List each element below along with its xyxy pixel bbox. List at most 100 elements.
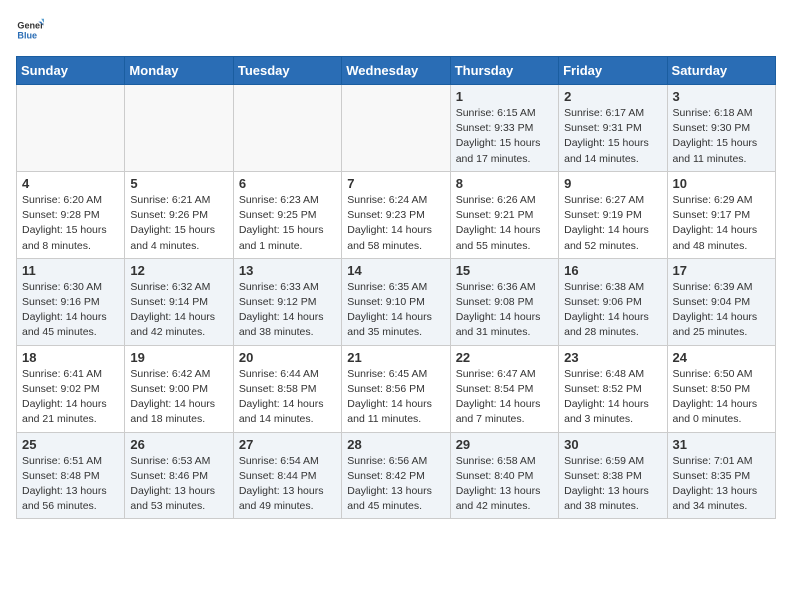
empty-cell: [17, 85, 125, 172]
day-info: Sunrise: 6:17 AM Sunset: 9:31 PM Dayligh…: [564, 106, 661, 167]
day-number: 31: [673, 437, 770, 452]
day-info: Sunrise: 6:48 AM Sunset: 8:52 PM Dayligh…: [564, 367, 661, 428]
day-cell-9: 9 Sunrise: 6:27 AM Sunset: 9:19 PM Daylig…: [559, 171, 667, 258]
day-cell-15: 15 Sunrise: 6:36 AM Sunset: 9:08 PM Dayli…: [450, 258, 558, 345]
day-cell-12: 12 Sunrise: 6:32 AM Sunset: 9:14 PM Dayli…: [125, 258, 233, 345]
empty-cell: [233, 85, 341, 172]
day-number: 11: [22, 263, 119, 278]
day-cell-1: 1Sunrise: 6:15 AM Sunset: 9:33 PM Daylig…: [450, 85, 558, 172]
day-number: 22: [456, 350, 553, 365]
day-number: 24: [673, 350, 770, 365]
day-cell-2: 2 Sunrise: 6:17 AM Sunset: 9:31 PM Daylig…: [559, 85, 667, 172]
col-header-saturday: Saturday: [667, 57, 775, 85]
day-info: Sunrise: 6:20 AM Sunset: 9:28 PM Dayligh…: [22, 193, 119, 254]
day-cell-31: 31 Sunrise: 7:01 AM Sunset: 8:35 PM Dayli…: [667, 432, 775, 519]
day-info: Sunrise: 6:27 AM Sunset: 9:19 PM Dayligh…: [564, 193, 661, 254]
day-cell-19: 19Sunrise: 6:42 AM Sunset: 9:00 PM Dayli…: [125, 345, 233, 432]
day-info: Sunrise: 6:56 AM Sunset: 8:42 PM Dayligh…: [347, 454, 444, 515]
day-number: 29: [456, 437, 553, 452]
day-number: 12: [130, 263, 227, 278]
day-info: Sunrise: 6:21 AM Sunset: 9:26 PM Dayligh…: [130, 193, 227, 254]
day-cell-27: 27Sunrise: 6:54 AM Sunset: 8:44 PM Dayli…: [233, 432, 341, 519]
day-info: Sunrise: 6:36 AM Sunset: 9:08 PM Dayligh…: [456, 280, 553, 341]
day-cell-16: 16Sunrise: 6:38 AM Sunset: 9:06 PM Dayli…: [559, 258, 667, 345]
week-row-3: 11 Sunrise: 6:30 AM Sunset: 9:16 PM Dayli…: [17, 258, 776, 345]
week-row-4: 18 Sunrise: 6:41 AM Sunset: 9:02 PM Dayli…: [17, 345, 776, 432]
day-info: Sunrise: 6:53 AM Sunset: 8:46 PM Dayligh…: [130, 454, 227, 515]
day-number: 1: [456, 89, 553, 104]
day-cell-20: 20 Sunrise: 6:44 AM Sunset: 8:58 PM Dayli…: [233, 345, 341, 432]
calendar-table: SundayMondayTuesdayWednesdayThursdayFrid…: [16, 56, 776, 519]
day-info: Sunrise: 7:01 AM Sunset: 8:35 PM Dayligh…: [673, 454, 770, 515]
day-cell-21: 21Sunrise: 6:45 AM Sunset: 8:56 PM Dayli…: [342, 345, 450, 432]
empty-cell: [342, 85, 450, 172]
logo-icon: General Blue: [16, 16, 44, 44]
day-number: 7: [347, 176, 444, 191]
col-header-sunday: Sunday: [17, 57, 125, 85]
day-info: Sunrise: 6:58 AM Sunset: 8:40 PM Dayligh…: [456, 454, 553, 515]
day-number: 30: [564, 437, 661, 452]
day-cell-17: 17 Sunrise: 6:39 AM Sunset: 9:04 PM Dayli…: [667, 258, 775, 345]
day-number: 13: [239, 263, 336, 278]
day-cell-4: 4 Sunrise: 6:20 AM Sunset: 9:28 PM Daylig…: [17, 171, 125, 258]
day-info: Sunrise: 6:41 AM Sunset: 9:02 PM Dayligh…: [22, 367, 119, 428]
empty-cell: [125, 85, 233, 172]
day-number: 17: [673, 263, 770, 278]
day-cell-23: 23 Sunrise: 6:48 AM Sunset: 8:52 PM Dayli…: [559, 345, 667, 432]
day-cell-22: 22 Sunrise: 6:47 AM Sunset: 8:54 PM Dayli…: [450, 345, 558, 432]
day-cell-25: 25 Sunrise: 6:51 AM Sunset: 8:48 PM Dayli…: [17, 432, 125, 519]
day-cell-5: 5 Sunrise: 6:21 AM Sunset: 9:26 PM Daylig…: [125, 171, 233, 258]
week-row-1: 1Sunrise: 6:15 AM Sunset: 9:33 PM Daylig…: [17, 85, 776, 172]
day-info: Sunrise: 6:29 AM Sunset: 9:17 PM Dayligh…: [673, 193, 770, 254]
day-info: Sunrise: 6:26 AM Sunset: 9:21 PM Dayligh…: [456, 193, 553, 254]
day-info: Sunrise: 6:54 AM Sunset: 8:44 PM Dayligh…: [239, 454, 336, 515]
day-number: 20: [239, 350, 336, 365]
day-number: 3: [673, 89, 770, 104]
day-number: 15: [456, 263, 553, 278]
day-info: Sunrise: 6:44 AM Sunset: 8:58 PM Dayligh…: [239, 367, 336, 428]
day-number: 10: [673, 176, 770, 191]
day-cell-26: 26Sunrise: 6:53 AM Sunset: 8:46 PM Dayli…: [125, 432, 233, 519]
col-header-thursday: Thursday: [450, 57, 558, 85]
day-headers: SundayMondayTuesdayWednesdayThursdayFrid…: [17, 57, 776, 85]
day-info: Sunrise: 6:39 AM Sunset: 9:04 PM Dayligh…: [673, 280, 770, 341]
day-info: Sunrise: 6:23 AM Sunset: 9:25 PM Dayligh…: [239, 193, 336, 254]
day-number: 9: [564, 176, 661, 191]
col-header-friday: Friday: [559, 57, 667, 85]
day-cell-14: 14 Sunrise: 6:35 AM Sunset: 9:10 PM Dayli…: [342, 258, 450, 345]
day-cell-6: 6 Sunrise: 6:23 AM Sunset: 9:25 PM Daylig…: [233, 171, 341, 258]
day-number: 2: [564, 89, 661, 104]
day-number: 21: [347, 350, 444, 365]
day-number: 4: [22, 176, 119, 191]
col-header-wednesday: Wednesday: [342, 57, 450, 85]
day-info: Sunrise: 6:30 AM Sunset: 9:16 PM Dayligh…: [22, 280, 119, 341]
day-cell-3: 3 Sunrise: 6:18 AM Sunset: 9:30 PM Daylig…: [667, 85, 775, 172]
day-info: Sunrise: 6:47 AM Sunset: 8:54 PM Dayligh…: [456, 367, 553, 428]
day-number: 25: [22, 437, 119, 452]
day-cell-10: 10 Sunrise: 6:29 AM Sunset: 9:17 PM Dayli…: [667, 171, 775, 258]
day-cell-13: 13 Sunrise: 6:33 AM Sunset: 9:12 PM Dayli…: [233, 258, 341, 345]
svg-text:Blue: Blue: [17, 30, 37, 40]
day-number: 6: [239, 176, 336, 191]
day-info: Sunrise: 6:32 AM Sunset: 9:14 PM Dayligh…: [130, 280, 227, 341]
col-header-tuesday: Tuesday: [233, 57, 341, 85]
day-info: Sunrise: 6:18 AM Sunset: 9:30 PM Dayligh…: [673, 106, 770, 167]
day-info: Sunrise: 6:33 AM Sunset: 9:12 PM Dayligh…: [239, 280, 336, 341]
day-cell-29: 29 Sunrise: 6:58 AM Sunset: 8:40 PM Dayli…: [450, 432, 558, 519]
day-info: Sunrise: 6:38 AM Sunset: 9:06 PM Dayligh…: [564, 280, 661, 341]
day-cell-24: 24 Sunrise: 6:50 AM Sunset: 8:50 PM Dayli…: [667, 345, 775, 432]
day-info: Sunrise: 6:51 AM Sunset: 8:48 PM Dayligh…: [22, 454, 119, 515]
week-row-5: 25 Sunrise: 6:51 AM Sunset: 8:48 PM Dayli…: [17, 432, 776, 519]
day-number: 19: [130, 350, 227, 365]
logo: General Blue: [16, 16, 48, 44]
day-number: 23: [564, 350, 661, 365]
day-cell-30: 30 Sunrise: 6:59 AM Sunset: 8:38 PM Dayli…: [559, 432, 667, 519]
day-number: 5: [130, 176, 227, 191]
day-number: 18: [22, 350, 119, 365]
day-number: 28: [347, 437, 444, 452]
day-info: Sunrise: 6:35 AM Sunset: 9:10 PM Dayligh…: [347, 280, 444, 341]
day-info: Sunrise: 6:50 AM Sunset: 8:50 PM Dayligh…: [673, 367, 770, 428]
day-number: 14: [347, 263, 444, 278]
day-info: Sunrise: 6:59 AM Sunset: 8:38 PM Dayligh…: [564, 454, 661, 515]
day-cell-8: 8Sunrise: 6:26 AM Sunset: 9:21 PM Daylig…: [450, 171, 558, 258]
